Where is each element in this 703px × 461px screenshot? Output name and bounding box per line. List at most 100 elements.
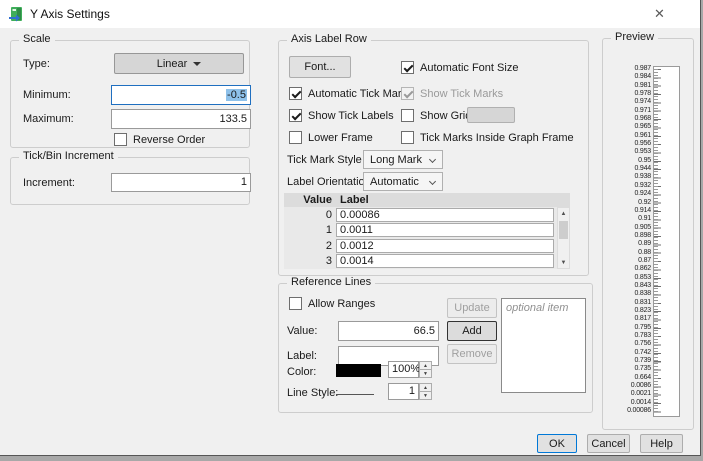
spin-down-icon[interactable]: ▼ (419, 391, 432, 400)
ok-button[interactable]: OK (537, 434, 577, 453)
dropdown-arrow-icon (193, 61, 202, 66)
preview-tick-labels: 0.987 0.984 0.981 0.978 0.974 0.971 0.96… (605, 65, 651, 415)
scale-group: Scale Type: Linear Minimum: -0.5 Maximum… (10, 33, 251, 148)
table-cell-value: 1 (325, 224, 332, 237)
grid-style-button[interactable] (467, 107, 515, 123)
checkbox-box (401, 87, 414, 100)
line-width-spinner: ▲ ▼ (419, 383, 432, 400)
table-header-label: Label (340, 194, 369, 206)
reverse-order-label: Reverse Order (133, 133, 206, 146)
type-label: Type: (23, 58, 50, 70)
automatic-font-size-label: Automatic Font Size (420, 61, 519, 74)
close-icon[interactable]: ✕ (637, 0, 682, 28)
show-tick-labels-checkbox[interactable]: Show Tick Labels (289, 109, 394, 122)
font-button[interactable]: Font... (289, 56, 351, 78)
preview-tick-label: 0.89 (638, 240, 651, 248)
reference-lines-title: Reference Lines (287, 276, 376, 288)
preview-tick-label: 0.0086 (630, 382, 651, 390)
title-bar: Y Axis Settings ✕ (0, 0, 700, 28)
preview-tick-label: 0.823 (634, 306, 651, 314)
color-swatch[interactable] (336, 364, 381, 377)
reference-lines-list[interactable]: optional item (501, 298, 586, 393)
preview-tick-label: 0.978 (634, 90, 651, 98)
show-tick-marks-label: Show Tick Marks (420, 87, 504, 100)
line-width-spinbox[interactable]: 1 (388, 383, 419, 400)
table-cell-label-input[interactable]: 0.00086 (336, 207, 554, 222)
checkbox-box (401, 131, 414, 144)
checkbox-box (114, 133, 127, 146)
minimum-field[interactable]: -0.5 (111, 85, 251, 105)
increment-label: Increment: (23, 177, 75, 189)
update-button[interactable]: Update (447, 298, 497, 318)
table-body: 0 0.00086 1 0.0011 2 0.0012 3 0.0014 (284, 207, 570, 269)
scroll-down-icon[interactable]: ▼ (558, 257, 569, 268)
table-cell-value: 0 (325, 208, 332, 221)
table-scrollbar[interactable]: ▲ ▼ (557, 207, 570, 269)
axis-label-row-title: Axis Label Row (287, 33, 371, 45)
help-button[interactable]: Help (640, 434, 683, 453)
preview-tick-label: 0.965 (634, 123, 651, 131)
allow-ranges-checkbox[interactable]: Allow Ranges (289, 297, 375, 310)
automatic-tick-marks-checkbox[interactable]: Automatic Tick Marks (289, 87, 413, 100)
preview-tick-label: 0.843 (634, 281, 651, 289)
chevron-down-icon (428, 177, 437, 186)
tick-bin-group: Tick/Bin Increment Increment: 1 (10, 150, 251, 205)
line-style-sample[interactable] (336, 394, 374, 395)
reverse-order-checkbox[interactable]: Reverse Order (114, 133, 205, 146)
preview-tick-label: 0.87 (638, 256, 651, 264)
checkbox-box (289, 297, 302, 310)
increment-field[interactable]: 1 (111, 173, 251, 192)
ref-value-label: Value: (287, 325, 318, 337)
table-cell-label-input[interactable]: 0.0014 (336, 254, 554, 269)
preview-tick-label: 0.735 (634, 365, 651, 373)
checkbox-box (289, 87, 302, 100)
preview-tick-label: 0.956 (634, 140, 651, 148)
maximum-field[interactable]: 133.5 (111, 109, 251, 129)
spin-down-icon[interactable]: ▼ (419, 369, 432, 378)
preview-tick-label: 0.756 (634, 340, 651, 348)
tick-mark-style-combo[interactable]: Long Mark (363, 150, 443, 169)
ref-value-field[interactable]: 66.5 (338, 321, 439, 341)
ref-label-label: Label: (287, 350, 317, 362)
preview-tick-label: 0.0014 (630, 398, 651, 406)
tick-marks-inside-label: Tick Marks Inside Graph Frame (420, 131, 574, 144)
preview-tick-label: 0.862 (634, 265, 651, 273)
preview-tick-label: 0.00086 (627, 407, 651, 415)
checkbox-box (289, 131, 302, 144)
scroll-up-icon[interactable]: ▲ (558, 208, 569, 219)
table-row: 1 0.0011 (284, 223, 570, 239)
preview-tick-label: 0.898 (634, 231, 651, 239)
label-orientation-combo[interactable]: Automatic (363, 172, 443, 191)
preview-tick-label: 0.831 (634, 298, 651, 306)
dialog-y-axis-settings: Y Axis Settings ✕ Scale Type: Linear Min… (0, 0, 701, 456)
chevron-down-icon (428, 155, 437, 164)
app-icon (9, 7, 22, 22)
checkbox-box (401, 61, 414, 74)
table-row: 2 0.0012 (284, 238, 570, 254)
table-cell-value: 2 (325, 239, 332, 252)
allow-ranges-label: Allow Ranges (308, 297, 376, 310)
preview-tick-label: 0.88 (638, 248, 651, 256)
preview-tick-label: 0.853 (634, 273, 651, 281)
preview-tick-label: 0.987 (634, 65, 651, 72)
remove-button[interactable]: Remove (447, 344, 497, 364)
window-title: Y Axis Settings (30, 7, 110, 21)
scrollbar-thumb[interactable] (559, 221, 568, 239)
show-grid-checkbox[interactable]: Show Grid (401, 109, 471, 122)
tick-marks-inside-checkbox[interactable]: Tick Marks Inside Graph Frame (401, 131, 574, 144)
cancel-button[interactable]: Cancel (587, 434, 630, 453)
minimum-label: Minimum: (23, 89, 71, 101)
opacity-spinbox[interactable]: 100% (388, 361, 420, 378)
preview-tick-label: 0.0021 (630, 390, 651, 398)
preview-tick-label: 0.914 (634, 206, 651, 214)
table-cell-label-input[interactable]: 0.0012 (336, 238, 554, 253)
lower-frame-checkbox[interactable]: Lower Frame (289, 131, 373, 144)
label-orientation-value: Automatic (370, 175, 419, 188)
add-button[interactable]: Add (447, 321, 497, 341)
automatic-font-size-checkbox[interactable]: Automatic Font Size (401, 61, 518, 74)
preview-tick-label: 0.739 (634, 357, 651, 365)
preview-title: Preview (611, 31, 659, 43)
scale-type-dropdown[interactable]: Linear (114, 53, 244, 74)
preview-tick-label: 0.795 (634, 323, 651, 331)
table-cell-label-input[interactable]: 0.0011 (336, 223, 554, 238)
